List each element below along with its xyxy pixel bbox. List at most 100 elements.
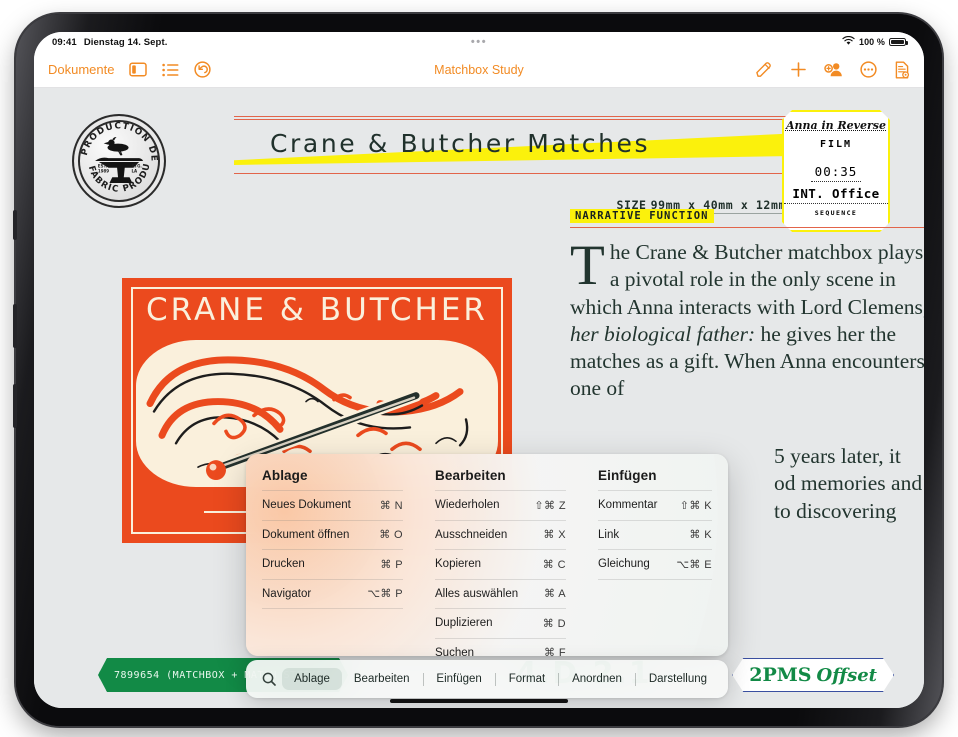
document-info-icon[interactable] bbox=[894, 61, 910, 79]
menu-item-gleichung[interactable]: Gleichung ⌥⌘ E bbox=[598, 549, 712, 579]
menu-item-shortcut: ⌥⌘ E bbox=[676, 558, 712, 571]
collaborate-icon[interactable] bbox=[824, 61, 843, 78]
occluded-line-3: to discovering bbox=[774, 498, 897, 523]
menu-item-shortcut: ⌘ N bbox=[379, 499, 403, 512]
narrative-part-1: he Crane & Butcher matchbox plays a pivo… bbox=[570, 240, 924, 319]
slate-timecode: 00:35 bbox=[811, 164, 862, 182]
menu-item-label: Duplizieren bbox=[435, 617, 493, 630]
cmd-tab-ablage[interactable]: Ablage bbox=[282, 668, 342, 690]
more-ellipsis-icon[interactable] bbox=[860, 61, 877, 78]
volume-up-button[interactable] bbox=[13, 304, 17, 348]
cmd-separator bbox=[558, 672, 560, 686]
menu-item-shortcut: ⌘ X bbox=[543, 529, 566, 542]
menu-item-navigator[interactable]: Navigator ⌥⌘ P bbox=[262, 578, 403, 609]
menu-item-label: Kommentar bbox=[598, 499, 658, 512]
svg-text:LA: LA bbox=[131, 168, 138, 173]
battery-percent-label: 100 % bbox=[858, 37, 885, 47]
menu-item-shortcut: ⌘ A bbox=[544, 588, 566, 601]
menu-item-shortcut: ⌘ O bbox=[379, 529, 403, 542]
list-icon[interactable] bbox=[162, 63, 179, 77]
spec-print-badge: 2PMS Offset bbox=[732, 658, 894, 692]
cmd-separator bbox=[634, 672, 636, 686]
menu-item-link[interactable]: Link ⌘ K bbox=[598, 519, 712, 550]
menu-column-bearbeiten: Bearbeiten Wiederholen ⇧⌘ Z Ausschneiden… bbox=[419, 468, 582, 656]
cmd-tab-anordnen[interactable]: Anordnen bbox=[560, 668, 634, 690]
home-indicator[interactable] bbox=[390, 699, 568, 703]
menu-item-label: Neues Dokument bbox=[262, 499, 351, 512]
menu-column-header: Bearbeiten bbox=[435, 468, 506, 483]
ipad-screen: 09:41 Dienstag 14. Sept. ••• 100 % Dokum… bbox=[34, 32, 924, 708]
menu-item-wiederholen[interactable]: Wiederholen ⇧⌘ Z bbox=[435, 490, 566, 520]
title-wrap: Crane & Butcher Matches bbox=[234, 125, 786, 171]
narrative-section: NARRATIVE FUNCTION The Crane & Butcher m… bbox=[570, 206, 924, 403]
menu-item-shortcut: ⌘ C bbox=[542, 558, 566, 571]
document-canvas[interactable]: PRODUCTION DESIGN FABRIC PRODUCTION EST. bbox=[34, 88, 924, 708]
page-title: Crane & Butcher Matches bbox=[270, 129, 651, 158]
menu-item-label: Navigator bbox=[262, 587, 312, 600]
menu-item-label: Kopieren bbox=[435, 558, 482, 571]
search-icon[interactable] bbox=[255, 672, 282, 686]
toolbar-right-group bbox=[755, 61, 910, 79]
menu-item-kopieren[interactable]: Kopieren ⌘ C bbox=[435, 549, 566, 579]
cmd-tab-darstellung[interactable]: Darstellung bbox=[637, 668, 719, 690]
command-menu-panel[interactable]: Ablage Neues Dokument ⌘ N Dokument öffne… bbox=[246, 454, 728, 656]
ipad-device-frame: 09:41 Dienstag 14. Sept. ••• 100 % Dokum… bbox=[13, 14, 942, 726]
markup-pen-icon[interactable] bbox=[755, 61, 773, 79]
menu-item-label: Alles auswählen bbox=[435, 587, 519, 600]
cmd-tab-einfuegen[interactable]: Einfügen bbox=[424, 668, 493, 690]
menu-item-shortcut: ⌥⌘ P bbox=[367, 588, 403, 601]
cmd-tab-format[interactable]: Format bbox=[497, 668, 557, 690]
menu-column-end-rule bbox=[262, 608, 403, 609]
slate-scene: INT. Office bbox=[784, 186, 888, 204]
menu-item-label: Drucken bbox=[262, 558, 305, 571]
menu-item-suchen[interactable]: Suchen ⌘ F bbox=[435, 637, 566, 656]
menu-item-drucken[interactable]: Drucken ⌘ P bbox=[262, 549, 403, 579]
slate-film-label: FILM bbox=[819, 139, 853, 151]
title-rule-bottom bbox=[234, 173, 786, 174]
menu-item-ausschneiden[interactable]: Ausschneiden ⌘ X bbox=[435, 519, 566, 550]
menu-item-label: Ausschneiden bbox=[435, 528, 508, 541]
menu-column-header: Ablage bbox=[262, 468, 308, 483]
narrative-rule bbox=[570, 227, 924, 228]
menu-item-shortcut: ⇧⌘ K bbox=[679, 499, 712, 512]
document-title[interactable]: Matchbox Study bbox=[434, 63, 524, 77]
power-button[interactable] bbox=[13, 210, 17, 240]
back-to-documents-button[interactable]: Dokumente bbox=[48, 62, 114, 77]
status-bar: 09:41 Dienstag 14. Sept. ••• 100 % bbox=[34, 32, 924, 52]
wifi-icon bbox=[842, 36, 855, 48]
title-rule-top bbox=[234, 116, 786, 120]
status-bar-left: 09:41 Dienstag 14. Sept. bbox=[52, 37, 167, 48]
battery-icon bbox=[889, 38, 908, 46]
volume-down-button[interactable] bbox=[13, 384, 17, 428]
menu-column-ablage: Ablage Neues Dokument ⌘ N Dokument öffne… bbox=[246, 468, 419, 656]
narrative-function-tag: NARRATIVE FUNCTION bbox=[570, 209, 714, 223]
cmd-tab-bearbeiten[interactable]: Bearbeiten bbox=[342, 668, 422, 690]
matchbox-brand-label: CRANE & BUTCHER bbox=[146, 292, 488, 328]
undo-icon[interactable] bbox=[194, 61, 212, 78]
menu-item-shortcut: ⌘ K bbox=[689, 529, 712, 542]
menu-item-shortcut: ⌘ P bbox=[380, 558, 403, 571]
menu-item-duplizieren[interactable]: Duplizieren ⌘ D bbox=[435, 608, 566, 638]
menu-item-neues-dokument[interactable]: Neues Dokument ⌘ N bbox=[262, 490, 403, 520]
command-bar[interactable]: Ablage Bearbeiten Einfügen Format Anordn… bbox=[246, 660, 728, 698]
narrative-body-text[interactable]: The Crane & Butcher matchbox plays a piv… bbox=[570, 237, 924, 403]
menu-item-label: Suchen bbox=[435, 646, 475, 656]
menu-item-shortcut: ⌘ D bbox=[542, 617, 566, 630]
menu-item-shortcut: ⇧⌘ Z bbox=[534, 499, 566, 512]
svg-text:PRODUCTION DESIGN: PRODUCTION DESIGN bbox=[74, 116, 159, 163]
menu-item-label: Gleichung bbox=[598, 558, 650, 571]
cmd-separator bbox=[494, 672, 496, 686]
menu-item-dokument-oeffnen[interactable]: Dokument öffnen ⌘ O bbox=[262, 519, 403, 550]
spec-offset-label: Offset bbox=[816, 664, 877, 686]
plus-icon[interactable] bbox=[790, 61, 807, 78]
bird-on-anvil-icon: PRODUCTION DESIGN FABRIC PRODUCTION EST. bbox=[74, 116, 159, 195]
narrative-occluded-tail: 5 years later, it od memories and to dis… bbox=[774, 443, 924, 525]
menu-item-alles-auswaehlen[interactable]: Alles auswählen ⌘ A bbox=[435, 578, 566, 609]
sidebar-icon[interactable] bbox=[129, 62, 148, 77]
production-design-seal: PRODUCTION DESIGN FABRIC PRODUCTION EST. bbox=[72, 114, 166, 208]
status-bar-right: 100 % bbox=[842, 36, 908, 48]
menu-item-label: Dokument öffnen bbox=[262, 528, 350, 541]
menu-column-header: Einfügen bbox=[598, 468, 657, 483]
multitasking-control[interactable]: ••• bbox=[471, 36, 487, 48]
menu-item-kommentar[interactable]: Kommentar ⇧⌘ K bbox=[598, 490, 712, 520]
